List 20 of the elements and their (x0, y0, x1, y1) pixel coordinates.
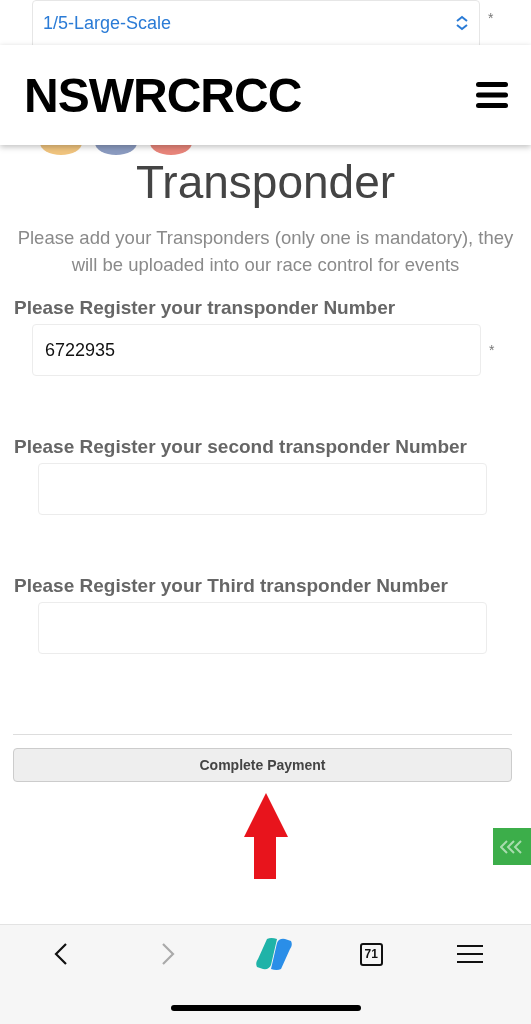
sort-chevrons-icon (455, 15, 469, 31)
field-label: Please Register your Third transponder Number (14, 575, 449, 598)
side-tab[interactable] (493, 828, 531, 865)
site-logo[interactable]: NSWRCRCC (24, 67, 302, 123)
required-mark: * (488, 10, 494, 26)
field-label: Please Register your transponder Number (14, 297, 397, 320)
description-text: Please add your Transponders (only one is mandatory), they will be uploaded into our race control for events (16, 225, 515, 278)
complete-payment-button[interactable]: Complete Payment (13, 748, 512, 783)
back-icon (54, 942, 69, 966)
arrow-up-icon (243, 793, 288, 880)
page-title: Transponder (134, 157, 397, 208)
menu-icon[interactable] (475, 80, 509, 110)
menu-icon (456, 944, 483, 964)
tab-count-button[interactable]: 71 (359, 942, 383, 966)
select-value: 1/5-Large-Scale (43, 12, 172, 34)
transponder-field[interactable]: 6722935 (32, 324, 481, 377)
chevrons-left-icon (500, 839, 524, 854)
field-label: Please Register your second transponder Number (14, 436, 468, 459)
required-mark: * (489, 342, 495, 359)
forward-icon (161, 942, 176, 966)
